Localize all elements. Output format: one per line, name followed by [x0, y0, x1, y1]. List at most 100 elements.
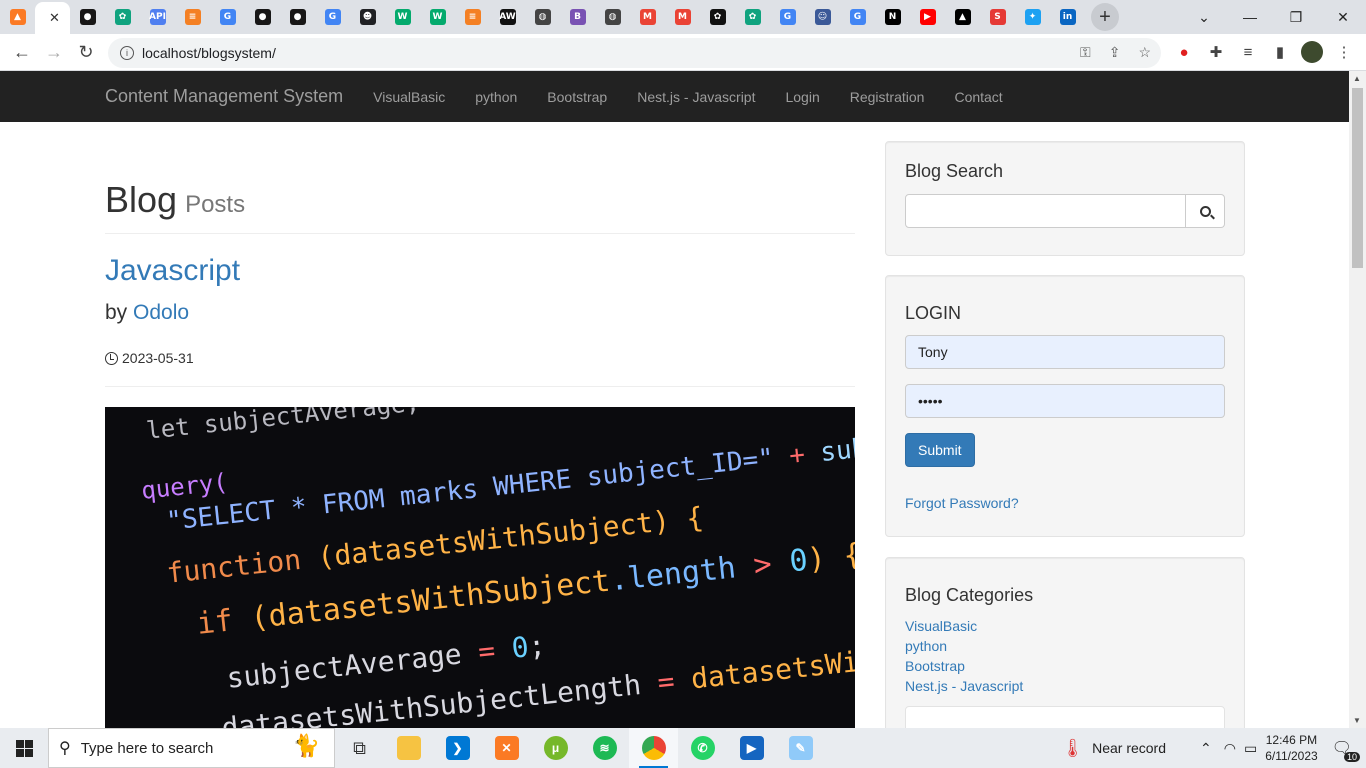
browser-tab[interactable]: ✿: [105, 0, 140, 34]
category-link[interactable]: python: [905, 636, 1225, 656]
tray-chevron-up-icon[interactable]: ⌃: [1200, 740, 1212, 757]
scrollbar-thumb[interactable]: [1352, 88, 1363, 268]
browser-tab[interactable]: ◍: [595, 0, 630, 34]
browser-tab[interactable]: ◍: [525, 0, 560, 34]
restore-button[interactable]: ❐: [1273, 0, 1319, 34]
browser-tab[interactable]: ●: [280, 0, 315, 34]
chrome-menu-icon[interactable]: ⋮: [1331, 38, 1357, 66]
search-input[interactable]: [905, 194, 1186, 228]
wifi-icon[interactable]: ◠: [1224, 740, 1236, 757]
globe-icon: ◍: [604, 9, 621, 25]
browser-tab[interactable]: M: [630, 0, 665, 34]
taskbar-search-box[interactable]: ⚲ Type here to search 🐈: [48, 728, 335, 768]
browser-tab[interactable]: ✿: [735, 0, 770, 34]
browser-tab[interactable]: G: [770, 0, 805, 34]
reload-icon[interactable]: ↻: [70, 36, 102, 68]
opera-extension-icon[interactable]: ●: [1171, 38, 1197, 66]
browser-tab[interactable]: ✦: [1015, 0, 1050, 34]
browser-tab[interactable]: G: [210, 0, 245, 34]
scroll-up-icon[interactable]: ▲: [1353, 74, 1361, 83]
media-player-icon[interactable]: ▶: [727, 728, 776, 768]
browser-tab[interactable]: ☻: [350, 0, 385, 34]
browser-tab[interactable]: ●: [245, 0, 280, 34]
divider: [105, 386, 855, 387]
notifications-icon[interactable]: 🗨 10: [1332, 738, 1360, 762]
forward-icon[interactable]: →: [38, 36, 70, 68]
xampp-icon[interactable]: ✕: [482, 728, 531, 768]
scroll-down-icon[interactable]: ▼: [1353, 716, 1361, 725]
bookmark-star-icon[interactable]: ☆: [1138, 44, 1151, 61]
browser-tab-active[interactable]: ✕: [35, 2, 70, 34]
nav-link-bootstrap[interactable]: Bootstrap: [532, 89, 622, 105]
post-title[interactable]: Javascript: [105, 254, 855, 288]
side-panel-icon[interactable]: ▮: [1267, 38, 1293, 66]
browser-tab[interactable]: API: [140, 0, 175, 34]
forgot-password-link[interactable]: Forgot Password?: [905, 495, 1225, 511]
browser-tab[interactable]: S: [980, 0, 1015, 34]
password-field[interactable]: •••••: [905, 384, 1225, 418]
nav-link-login[interactable]: Login: [770, 89, 834, 105]
nav-link-visualbasic[interactable]: VisualBasic: [358, 89, 460, 105]
browser-tab[interactable]: M: [665, 0, 700, 34]
site-info-icon[interactable]: i: [120, 46, 134, 60]
address-bar[interactable]: i localhost/blogsystem/ ⚿ ⇪ ☆: [108, 38, 1161, 68]
browser-tab[interactable]: G: [840, 0, 875, 34]
browser-tab[interactable]: ≡: [175, 0, 210, 34]
nav-link-registration[interactable]: Registration: [835, 89, 940, 105]
key-icon[interactable]: ⚿: [1080, 44, 1091, 61]
browser-tab[interactable]: AW: [490, 0, 525, 34]
clock[interactable]: 12:46 PM 6/11/2023: [1265, 732, 1318, 764]
vscode-icon[interactable]: ❯: [433, 728, 482, 768]
author-link[interactable]: Odolo: [133, 301, 189, 324]
browser-tab[interactable]: ●: [70, 0, 105, 34]
search-button[interactable]: [1186, 194, 1225, 228]
browser-tab[interactable]: W: [420, 0, 455, 34]
browser-tab[interactable]: ✿: [700, 0, 735, 34]
utorrent-icon[interactable]: μ: [531, 728, 580, 768]
nav-link-nest-js-javascript[interactable]: Nest.js - Javascript: [622, 89, 770, 105]
start-button[interactable]: [0, 728, 48, 768]
nav-link-contact[interactable]: Contact: [939, 89, 1017, 105]
task-view-icon[interactable]: ⧉: [335, 728, 384, 768]
spotify-icon[interactable]: ≋: [580, 728, 629, 768]
site-brand[interactable]: Content Management System: [105, 86, 343, 107]
profile-avatar[interactable]: [1299, 38, 1325, 66]
browser-tab[interactable]: W: [385, 0, 420, 34]
paint-icon[interactable]: ✎: [776, 728, 825, 768]
tab-search-icon[interactable]: ⌄: [1181, 0, 1227, 34]
browser-tab[interactable]: ▲: [0, 0, 35, 34]
weather-text[interactable]: Near record: [1092, 740, 1166, 756]
browser-tab[interactable]: in: [1050, 0, 1085, 34]
back-icon[interactable]: ←: [6, 36, 38, 68]
url-text[interactable]: localhost/blogsystem/: [142, 45, 276, 61]
chrome-icon[interactable]: [629, 728, 678, 768]
nav-link-python[interactable]: python: [460, 89, 532, 105]
category-link[interactable]: VisualBasic: [905, 616, 1225, 636]
extensions-puzzle-icon[interactable]: ✚: [1203, 38, 1229, 66]
whatsapp-icon[interactable]: ✆: [678, 728, 727, 768]
category-link[interactable]: Nest.js - Javascript: [905, 676, 1225, 696]
browser-tab[interactable]: N: [875, 0, 910, 34]
browser-tab[interactable]: ▶: [910, 0, 945, 34]
username-field[interactable]: Tony: [905, 335, 1225, 369]
browser-tab[interactable]: ☺: [805, 0, 840, 34]
browser-tab[interactable]: ≡: [455, 0, 490, 34]
browser-tab[interactable]: ▲: [945, 0, 980, 34]
lynx-illustration-icon: 🐈: [292, 733, 320, 758]
file-explorer-icon[interactable]: [384, 728, 433, 768]
google-icon: G: [324, 9, 341, 25]
battery-icon[interactable]: ▭: [1244, 740, 1257, 757]
close-window-button[interactable]: ✕: [1320, 0, 1366, 34]
browser-tab[interactable]: B: [560, 0, 595, 34]
submit-button[interactable]: Submit: [905, 433, 975, 467]
close-tab-icon[interactable]: ✕: [49, 10, 60, 26]
browser-tab[interactable]: G: [315, 0, 350, 34]
post-date-text: 2023-05-31: [122, 350, 194, 366]
share-icon[interactable]: ⇪: [1109, 44, 1121, 61]
minimize-button[interactable]: —: [1227, 0, 1273, 34]
page-scrollbar[interactable]: ▲ ▼: [1349, 71, 1366, 728]
chatgpt-icon: ✿: [744, 9, 761, 25]
media-control-icon[interactable]: ≡: [1235, 38, 1261, 66]
new-tab-button[interactable]: +: [1091, 3, 1119, 31]
category-link[interactable]: Bootstrap: [905, 656, 1225, 676]
